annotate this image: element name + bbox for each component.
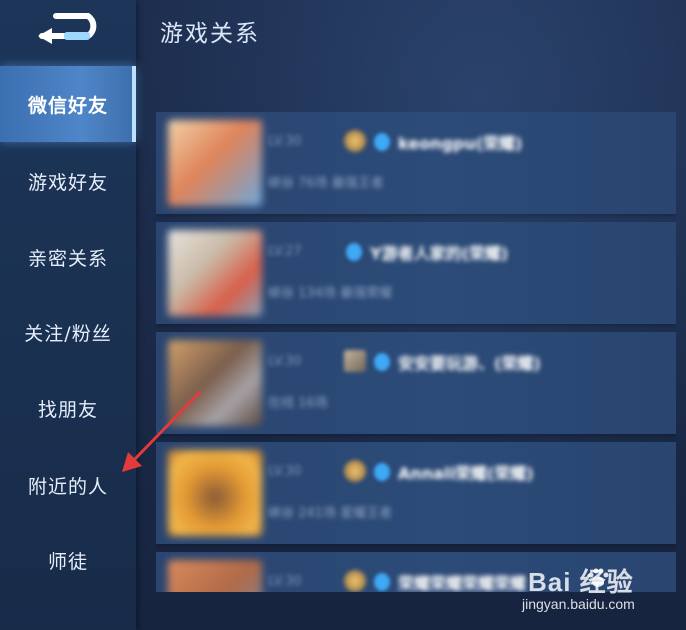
sidebar-item-game-friends[interactable]: 游戏好友: [0, 143, 136, 219]
level-badge: LV.30: [268, 354, 302, 369]
level-badge: LV.30: [268, 134, 302, 149]
game-rank-icon: [344, 350, 366, 372]
qq-icon: [346, 243, 362, 261]
avatar: [168, 340, 262, 426]
sidebar-item-follow-fans[interactable]: 关注/粉丝: [0, 294, 136, 370]
sidebar-item-label: 游戏好友: [27, 171, 108, 194]
page-title: 游戏关系: [160, 21, 260, 47]
qq-icon: [374, 133, 390, 151]
back-arrow-icon: [38, 13, 97, 44]
sidebar: 微信好友 游戏好友 亲密关系 关注/粉丝 找朋友 附近的人 师徒: [0, 0, 136, 630]
friend-list[interactable]: LV.30 keongpu(荣耀) 峡谷 76场 最强王者 LV.27 Y游者人…: [156, 112, 676, 592]
avatar: [168, 230, 262, 316]
sidebar-item-label: 找朋友: [37, 398, 98, 421]
sidebar-item-mentor[interactable]: 师徒: [0, 522, 136, 598]
friend-card[interactable]: LV.30 Annali荣耀(荣耀) 峡谷 241场 星耀王者: [156, 442, 676, 544]
level-badge: LV.27: [268, 244, 302, 259]
friend-status: 峡谷 241场 星耀王者: [268, 506, 393, 521]
friend-nickname: Y游者人家的(荣耀): [370, 244, 509, 263]
avatar: [168, 560, 262, 592]
friend-nickname: keongpu(荣耀): [398, 134, 523, 153]
sidebar-item-label: 附近的人: [27, 475, 108, 498]
friend-status: 峡谷 76场 最强王者: [268, 176, 384, 191]
friend-card[interactable]: LV.30 keongpu(荣耀) 峡谷 76场 最强王者: [156, 112, 676, 214]
friend-nickname: 安安要玩游、(荣耀): [398, 354, 541, 373]
friend-nickname: 荣耀荣耀荣耀荣耀: [398, 574, 527, 592]
avatar: [168, 450, 262, 536]
sidebar-item-find-friends[interactable]: 找朋友: [0, 370, 136, 446]
watermark: Bai 经验 jingyan.baidu.com: [522, 562, 682, 626]
friend-card[interactable]: LV.27 Y游者人家的(荣耀) 峡谷 134场 最强荣耀: [156, 222, 676, 324]
sidebar-item-label: 师徒: [47, 550, 88, 573]
sidebar-item-label: 微信好友: [27, 94, 108, 117]
sidebar-item-nearby-people[interactable]: 附近的人: [0, 447, 136, 523]
game-rank-icon: [344, 130, 366, 152]
friend-status: 峡谷 134场 最强荣耀: [268, 286, 393, 301]
sidebar-item-wechat-friends[interactable]: 微信好友: [0, 66, 136, 142]
game-rank-icon: [344, 460, 366, 482]
sidebar-item-label: 亲密关系: [27, 247, 108, 270]
back-button[interactable]: [30, 10, 106, 48]
paw-icon: [588, 568, 609, 587]
level-badge: LV.30: [268, 464, 302, 479]
game-rank-icon: [344, 570, 366, 592]
watermark-logo: Bai 经验: [528, 567, 634, 597]
sidebar-item-label: 关注/粉丝: [24, 322, 112, 345]
qq-icon: [374, 463, 390, 481]
avatar: [168, 120, 262, 206]
friend-status: 在线 16场: [268, 396, 328, 411]
friend-nickname: Annali荣耀(荣耀): [398, 464, 534, 483]
qq-icon: [374, 353, 390, 371]
friend-card[interactable]: LV.30 安安要玩游、(荣耀) 在线 16场: [156, 332, 676, 434]
level-badge: LV.30: [268, 574, 302, 589]
qq-icon: [374, 573, 390, 591]
watermark-url: jingyan.baidu.com: [522, 596, 635, 612]
sidebar-item-intimate-relations[interactable]: 亲密关系: [0, 219, 136, 295]
